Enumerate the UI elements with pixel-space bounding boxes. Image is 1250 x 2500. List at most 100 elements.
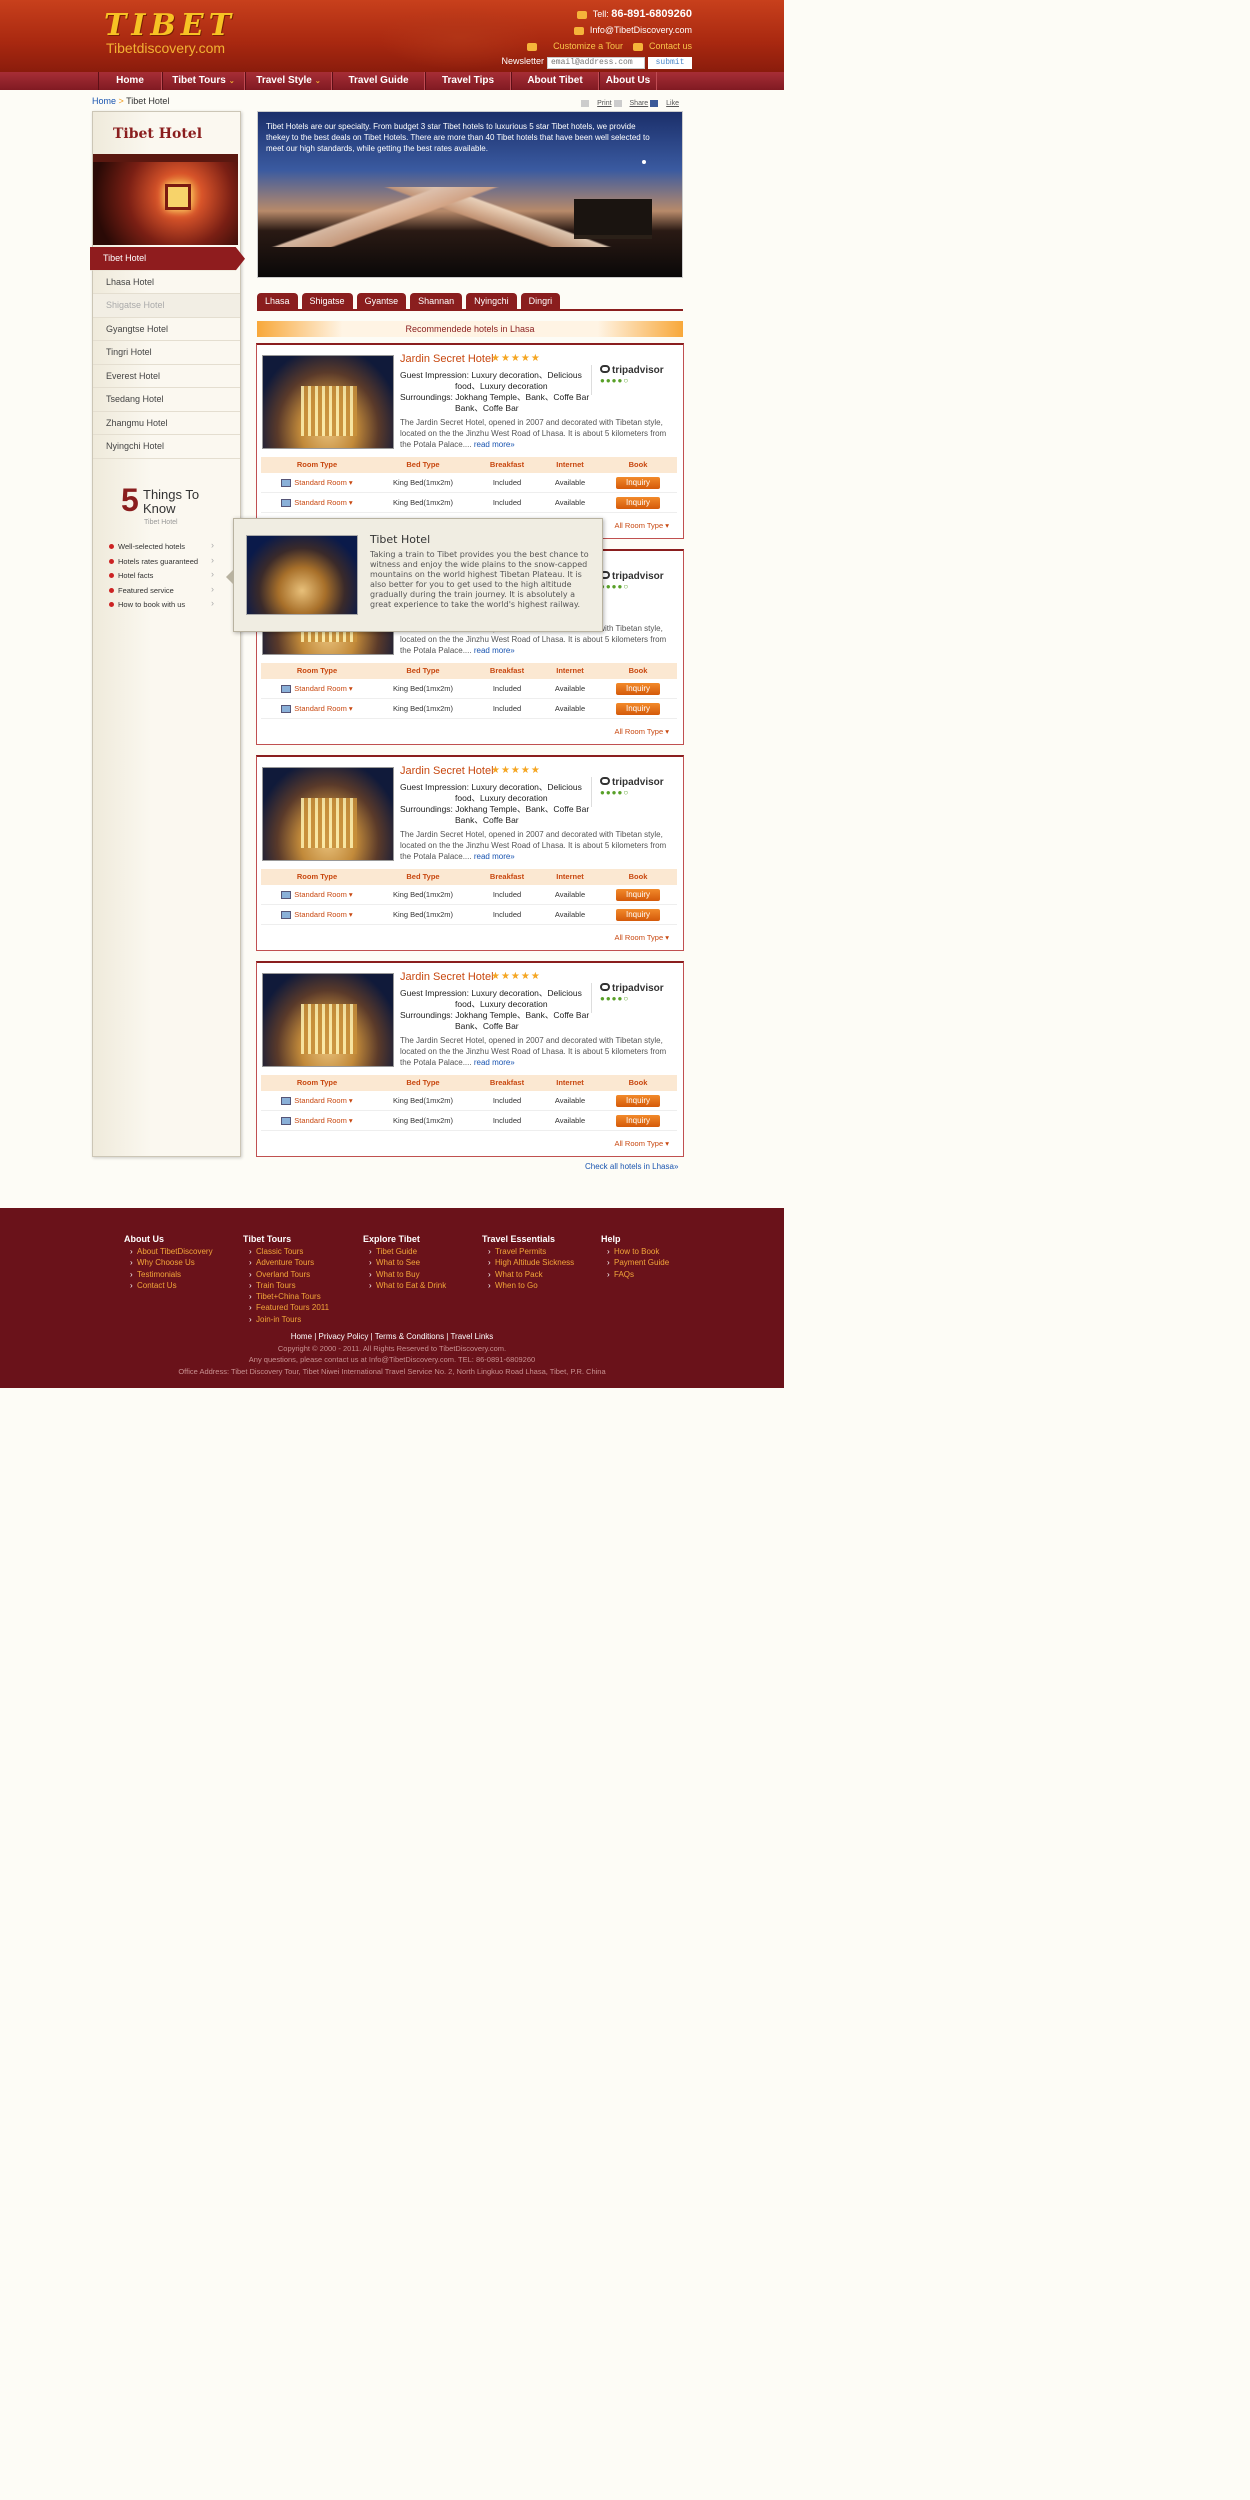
footer-link[interactable]: How to Book	[601, 1246, 711, 1258]
footer-link[interactable]: What to See	[363, 1257, 473, 1269]
tab-city[interactable]: Lhasa	[257, 293, 298, 310]
footer-link[interactable]: What to Buy	[363, 1269, 473, 1281]
hotel-name[interactable]: Jardin Secret Hotel	[400, 353, 494, 365]
footer-link[interactable]: Overland Tours	[243, 1269, 353, 1281]
logo[interactable]: TIBET	[104, 8, 236, 43]
hotel-image[interactable]	[262, 767, 394, 861]
tab-city[interactable]: Nyingchi	[466, 293, 517, 310]
footer-link[interactable]: Join-in Tours	[243, 1314, 353, 1326]
footer-link[interactable]: Tibet+China Tours	[243, 1291, 353, 1303]
footer-link[interactable]: FAQs	[601, 1269, 711, 1281]
know-item[interactable]: Hotels rates guaranteed	[109, 555, 214, 572]
nav-item-0[interactable]: Home	[98, 72, 162, 90]
logo-site[interactable]: Tibetdiscovery.com	[106, 40, 225, 56]
room-type-dropdown[interactable]: Standard Room ▾	[261, 885, 373, 904]
room-type-dropdown[interactable]: Standard Room ▾	[261, 699, 373, 718]
hotel-image[interactable]	[262, 355, 394, 449]
room-type-dropdown[interactable]: Standard Room ▾	[261, 1111, 373, 1130]
nav-label[interactable]: Travel Tips	[442, 75, 494, 86]
newsletter-email-input[interactable]	[547, 56, 645, 69]
customize-tour-link[interactable]: Customize a Tour	[553, 41, 623, 51]
room-type-dropdown[interactable]: Standard Room ▾	[261, 1091, 373, 1110]
nav-label[interactable]: About Tibet	[527, 75, 582, 86]
nav-item-5[interactable]: About Tibet	[511, 72, 599, 90]
nav-label[interactable]: Home	[116, 75, 144, 86]
inquiry-button[interactable]: Inquiry	[616, 497, 660, 509]
sidebar-item[interactable]: Everest Hotel	[93, 365, 240, 388]
footer-link[interactable]: About TibetDiscovery	[124, 1246, 234, 1258]
newsletter-submit-button[interactable]: submit	[648, 56, 692, 69]
inquiry-button[interactable]: Inquiry	[616, 477, 660, 489]
nav-label[interactable]: Travel Guide	[348, 75, 408, 86]
tripadvisor-badge[interactable]: tripadvisor ●●●●○	[591, 777, 677, 807]
tripadvisor-badge[interactable]: tripadvisor ●●●●○	[591, 365, 677, 395]
footer-link[interactable]: Testimonials	[124, 1269, 234, 1281]
inquiry-button[interactable]: Inquiry	[616, 1115, 660, 1127]
email-line[interactable]: Info@TibetDiscovery.com	[573, 25, 692, 35]
email-link[interactable]: Info@TibetDiscovery.com	[590, 25, 692, 35]
sidebar-item[interactable]: Nyingchi Hotel	[93, 435, 240, 459]
hotel-image[interactable]	[262, 973, 394, 1067]
know-item[interactable]: Featured service	[109, 584, 214, 601]
footer-link[interactable]: What to Eat & Drink	[363, 1280, 473, 1292]
inquiry-button[interactable]: Inquiry	[616, 909, 660, 921]
sidebar-item[interactable]: Zhangmu Hotel	[93, 412, 240, 435]
footer-link[interactable]: High Altitude Sickness	[482, 1257, 592, 1269]
nav-item-6[interactable]: About Us	[599, 72, 657, 90]
footer-link[interactable]: Why Choose Us	[124, 1257, 234, 1269]
know-item[interactable]: Hotel facts	[109, 569, 214, 586]
read-more-link[interactable]: read more»	[474, 646, 515, 655]
footer-link[interactable]: Classic Tours	[243, 1246, 353, 1258]
inquiry-button[interactable]: Inquiry	[616, 683, 660, 695]
nav-item-3[interactable]: Travel Guide	[332, 72, 425, 90]
room-type-dropdown[interactable]: Standard Room ▾	[261, 905, 373, 924]
know-item[interactable]: Well-selected hotels	[109, 540, 214, 557]
share-link[interactable]: Share	[630, 100, 649, 107]
contact-link[interactable]: Contact us	[649, 41, 692, 51]
sidebar-item[interactable]: Tibet Hotel	[90, 247, 245, 271]
tab-city[interactable]: Shigatse	[301, 293, 353, 310]
inquiry-button[interactable]: Inquiry	[616, 889, 660, 901]
hotel-name[interactable]: Jardin Secret Hotel	[400, 971, 494, 983]
footer-link[interactable]: Payment Guide	[601, 1257, 711, 1269]
nav-label[interactable]: Tibet Tours	[172, 75, 226, 86]
footer-link[interactable]: Tibet Guide	[363, 1246, 473, 1258]
inquiry-button[interactable]: Inquiry	[616, 1095, 660, 1107]
breadcrumb-home[interactable]: Home	[92, 96, 116, 106]
tab-city[interactable]: Shannan	[410, 293, 463, 310]
room-type-dropdown[interactable]: Standard Room ▾	[261, 473, 373, 492]
print-link[interactable]: Print	[597, 100, 611, 107]
tab-city[interactable]: Dingri	[520, 293, 561, 310]
inquiry-button[interactable]: Inquiry	[616, 703, 660, 715]
footer-link[interactable]: Travel Permits	[482, 1246, 592, 1258]
hotel-name[interactable]: Jardin Secret Hotel	[400, 765, 494, 777]
all-room-type-link[interactable]: All Room Type ▾	[615, 1139, 669, 1148]
room-type-dropdown[interactable]: Standard Room ▾	[261, 493, 373, 512]
read-more-link[interactable]: read more»	[474, 852, 515, 861]
sidebar-item[interactable]: Tsedang Hotel	[93, 388, 240, 412]
like-link[interactable]: Like	[666, 100, 679, 107]
nav-label[interactable]: Travel Style	[256, 75, 312, 86]
nav-label[interactable]: About Us	[606, 75, 650, 86]
footer-link[interactable]: Contact Us	[124, 1280, 234, 1292]
footer-link[interactable]: Train Tours	[243, 1280, 353, 1292]
nav-item-1[interactable]: Tibet Tours ⌄	[162, 72, 245, 90]
room-type-dropdown[interactable]: Standard Room ▾	[261, 679, 373, 698]
sidebar-item[interactable]: Tingri Hotel	[93, 341, 240, 365]
footer-link[interactable]: When to Go	[482, 1280, 592, 1292]
check-all-link[interactable]: Check all hotels in Lhasa»	[585, 1162, 678, 1171]
sidebar-item[interactable]: Shigatse Hotel	[93, 294, 240, 318]
nav-item-4[interactable]: Travel Tips	[425, 72, 511, 90]
footer-link[interactable]: Adventure Tours	[243, 1257, 353, 1269]
all-room-type-link[interactable]: All Room Type ▾	[615, 727, 669, 736]
tab-city[interactable]: Gyantse	[356, 293, 407, 310]
slider-dot[interactable]	[642, 160, 646, 164]
sidebar-item[interactable]: Gyangtse Hotel	[93, 318, 240, 341]
sidebar-item[interactable]: Lhasa Hotel	[93, 271, 240, 294]
all-room-type-link[interactable]: All Room Type ▾	[615, 521, 669, 530]
all-room-type-link[interactable]: All Room Type ▾	[615, 933, 669, 942]
footer-link[interactable]: What to Pack	[482, 1269, 592, 1281]
tripadvisor-badge[interactable]: tripadvisor ●●●●○	[591, 571, 677, 601]
nav-item-2[interactable]: Travel Style ⌄	[245, 72, 332, 90]
footer-link[interactable]: Featured Tours 2011	[243, 1302, 353, 1314]
